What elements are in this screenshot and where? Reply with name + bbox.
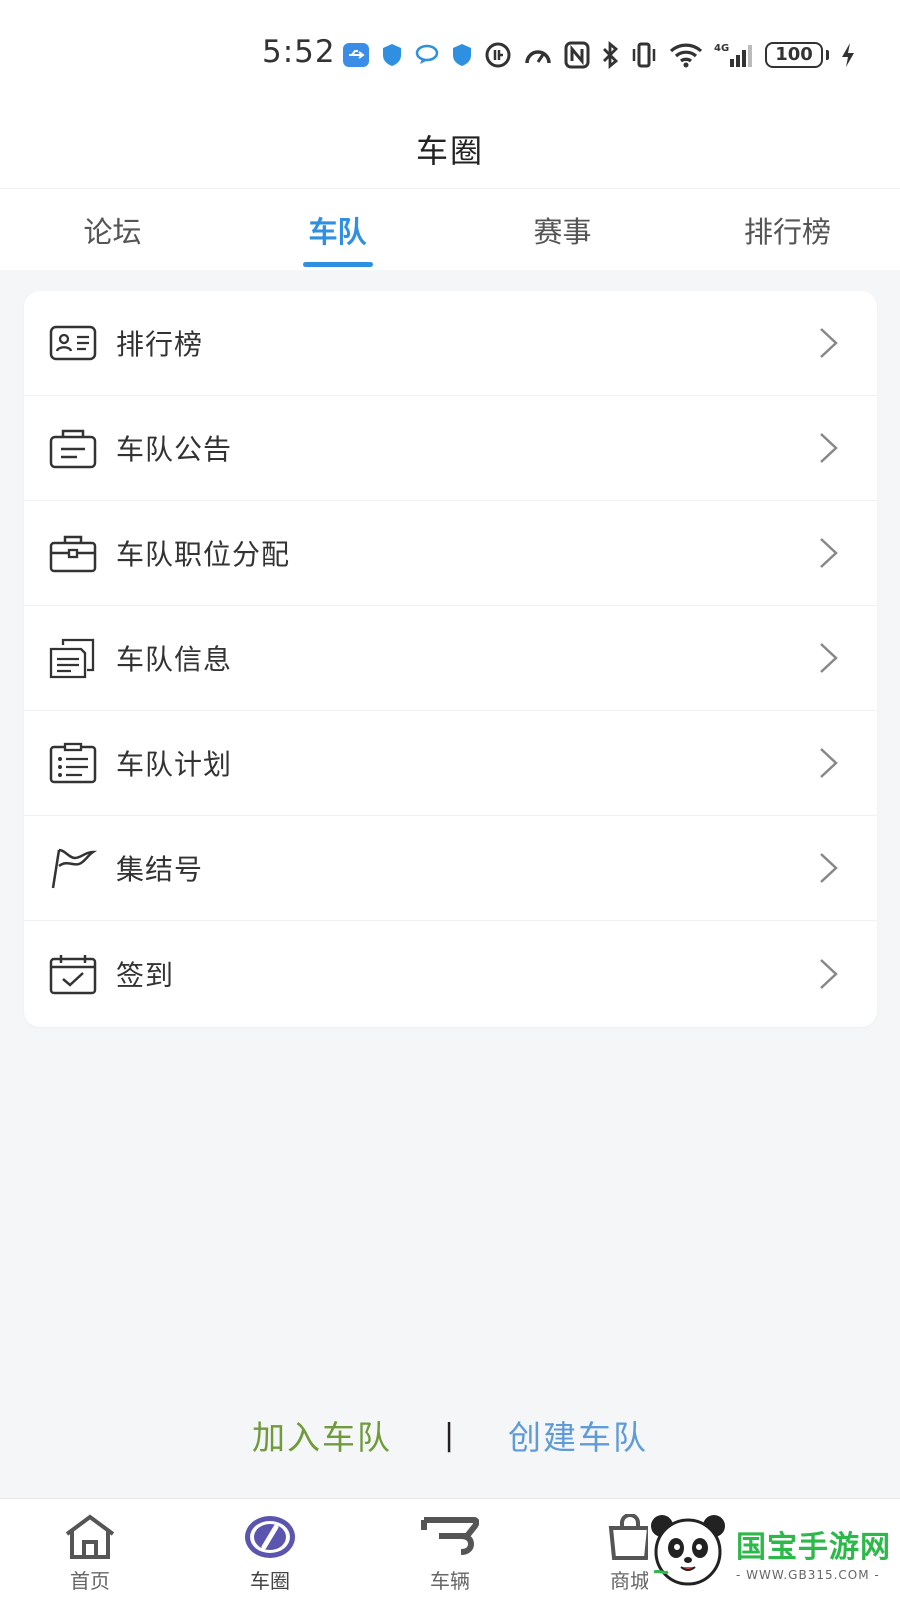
nav-label: 车圈 [250,1569,290,1593]
svg-text:4G: 4G [714,43,729,54]
menu-item-label: 集结号 [116,853,204,886]
chevron-right-icon [820,643,838,673]
status-bar: 5:52 4G 100 [0,0,900,110]
actions-separator: | [443,1417,457,1453]
tab-ranking[interactable]: 排行榜 [675,189,900,270]
chevron-right-icon [820,853,838,883]
cellular-signal-icon: 4G [714,41,754,69]
menu-item-label: 车队计划 [116,748,233,781]
nfc-icon [564,41,590,69]
tab-label: 排行榜 [743,214,831,249]
tab-bar: 论坛 车队 赛事 排行榜 [0,188,900,270]
nav-label: 车辆 [430,1569,470,1593]
data-saver-icon [484,41,512,69]
team-menu-card: 排行榜 车队公告 车队职位分配 车队信息 车队计划 集结号 签到 [24,291,877,1027]
wifi-icon [669,41,703,69]
join-team-link[interactable]: 加入车队 [252,1411,392,1459]
menu-item-label: 排行榜 [116,328,204,361]
vibrate-icon [630,41,658,69]
bluetooth-icon [601,41,619,69]
home-icon [63,1513,117,1561]
chevron-right-icon [820,433,838,463]
chevron-right-icon [820,748,838,778]
create-team-link[interactable]: 创建车队 [508,1411,648,1459]
tab-label: 赛事 [533,214,592,249]
active-tab-indicator [302,262,373,267]
panda-logo-icon [648,1510,728,1594]
page-title: 车圈 [415,132,484,170]
documents-icon [48,633,98,683]
menu-item-team-info[interactable]: 车队信息 [24,606,877,711]
nav-label: 首页 [70,1569,110,1593]
menu-item-role-assignment[interactable]: 车队职位分配 [24,501,877,606]
menu-item-label: 车队信息 [116,643,233,676]
announcement-folder-icon [48,423,98,473]
status-time: 5:52 [262,34,336,70]
flag-icon [48,843,98,893]
shield-icon [451,41,473,69]
menu-item-ranking[interactable]: 排行榜 [24,291,877,396]
nav-car-circle[interactable]: 车圈 [180,1499,360,1600]
menu-item-check-in[interactable]: 签到 [24,921,877,1026]
watermark-subtitle: - WWW.GB315.COM - [736,1568,880,1582]
shield-icon [381,41,403,69]
chevron-right-icon [820,538,838,568]
chat-icon [414,41,440,69]
battery-level: 100 [765,42,823,68]
team-actions: 加入车队 | 创建车队 [0,1405,900,1465]
id-card-icon [48,318,98,368]
watermark-title: 国宝手游网 [736,1530,891,1565]
briefcase-icon [48,528,98,578]
tab-label: 车队 [308,214,367,249]
usb-icon [342,41,370,69]
car-icon [421,1513,479,1561]
site-watermark: 国宝手游网 - WWW.GB315.COM - [648,1504,900,1600]
nav-home[interactable]: 首页 [0,1499,180,1600]
nav-vehicle[interactable]: 车辆 [360,1499,540,1600]
tab-forum[interactable]: 论坛 [0,189,225,270]
menu-item-label: 车队公告 [116,433,233,466]
tab-team[interactable]: 车队 [225,189,450,270]
menu-item-team-plan[interactable]: 车队计划 [24,711,877,816]
compass-icon [243,1513,297,1561]
clipboard-list-icon [48,738,98,788]
menu-item-label: 签到 [116,958,175,992]
menu-item-announcement[interactable]: 车队公告 [24,396,877,501]
status-icons: 4G 100 [342,38,856,72]
tab-label: 论坛 [83,214,142,249]
menu-item-rally-call[interactable]: 集结号 [24,816,877,921]
nav-label: 商城 [610,1569,650,1593]
battery-icon: 100 [765,42,829,68]
speed-icon [523,41,553,69]
menu-item-label: 车队职位分配 [116,538,291,571]
tab-events[interactable]: 赛事 [450,189,675,270]
chevron-right-icon [820,958,838,989]
charging-icon [840,41,856,69]
calendar-check-icon [48,949,98,999]
page-header: 车圈 [0,110,900,188]
chevron-right-icon [820,328,838,358]
